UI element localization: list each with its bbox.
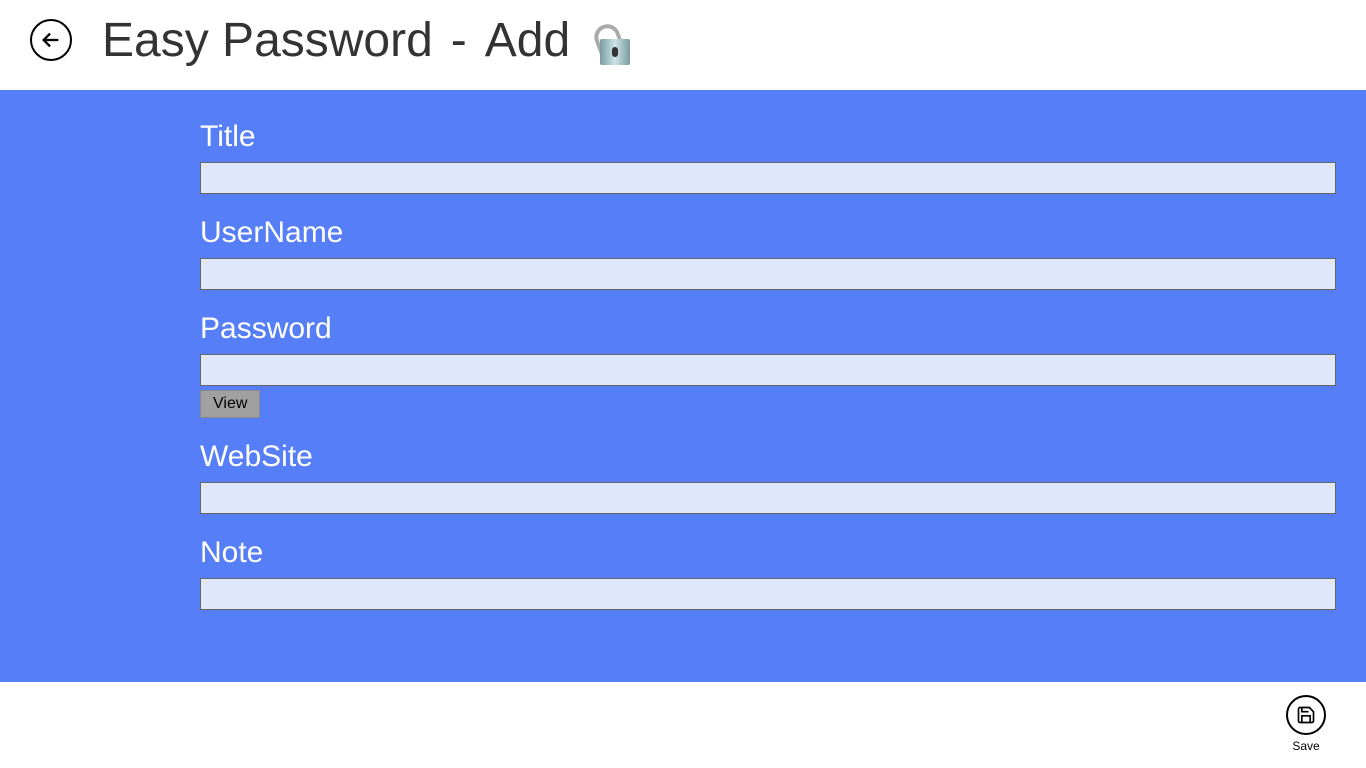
- note-group: Note: [200, 536, 1336, 610]
- save-label: Save: [1292, 739, 1319, 753]
- app-header: Easy Password - Add: [0, 0, 1366, 90]
- title-label: Title: [200, 120, 1336, 154]
- title-group: Title: [200, 120, 1336, 194]
- website-label: WebSite: [200, 440, 1336, 474]
- unlocked-padlock-icon: [590, 19, 638, 67]
- username-input[interactable]: [200, 258, 1336, 290]
- password-input[interactable]: [200, 354, 1336, 386]
- title-separator: -: [451, 13, 467, 68]
- main-content: Title UserName Password View WebSite Not…: [0, 90, 1366, 682]
- page-title: Add: [485, 13, 570, 68]
- website-group: WebSite: [200, 440, 1336, 514]
- note-label: Note: [200, 536, 1336, 570]
- title-input[interactable]: [200, 162, 1336, 194]
- password-label: Password: [200, 312, 1336, 346]
- save-button[interactable]: [1286, 695, 1326, 735]
- arrow-left-icon: [40, 29, 62, 51]
- back-button[interactable]: [30, 19, 72, 61]
- app-title: Easy Password: [102, 13, 433, 68]
- view-password-button[interactable]: View: [200, 390, 260, 418]
- note-input[interactable]: [200, 578, 1336, 610]
- password-group: Password View: [200, 312, 1336, 418]
- username-group: UserName: [200, 216, 1336, 290]
- username-label: UserName: [200, 216, 1336, 250]
- save-icon: [1296, 705, 1316, 725]
- website-input[interactable]: [200, 482, 1336, 514]
- form-container: Title UserName Password View WebSite Not…: [200, 120, 1336, 610]
- bottom-actions: Save: [1286, 695, 1326, 753]
